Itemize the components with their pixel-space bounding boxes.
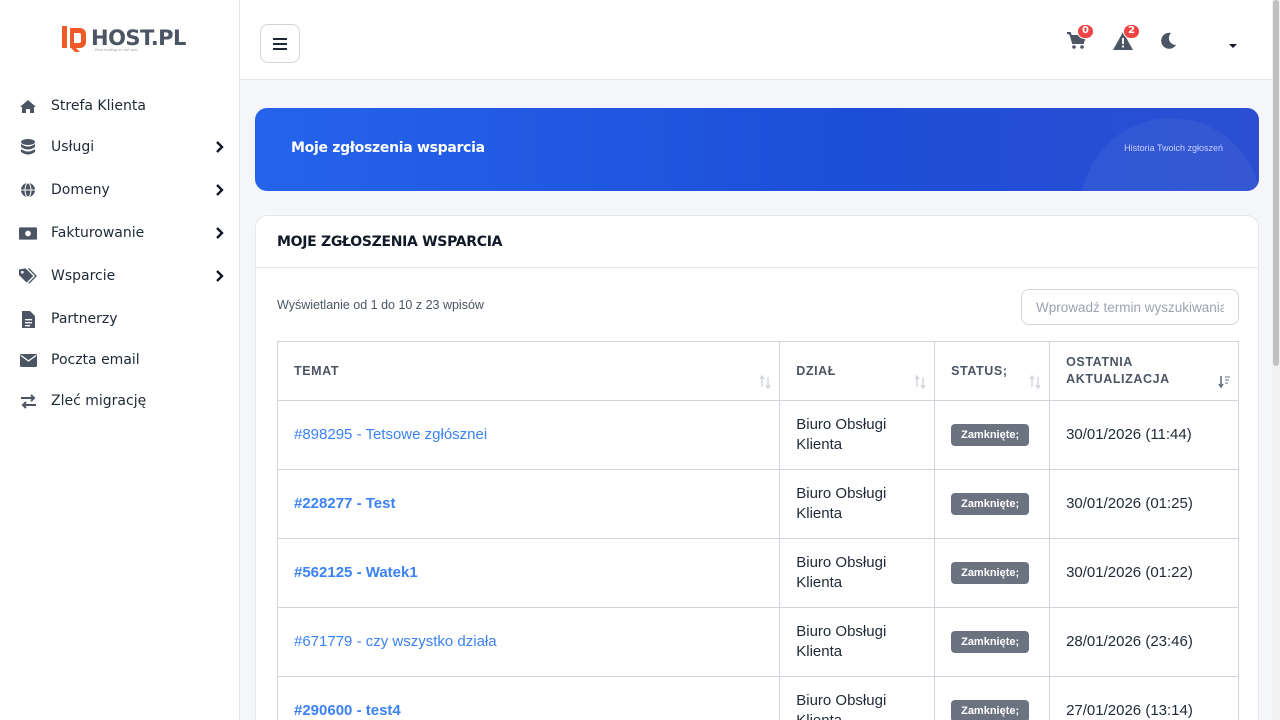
column-header-department[interactable]: DZIAŁ xyxy=(779,341,936,401)
sidebar-item-domeny[interactable]: Domeny xyxy=(0,170,240,210)
sidebar-item-label: Domeny xyxy=(51,182,110,198)
department-cell: Biuro Obsługi Klienta xyxy=(779,538,936,608)
status-badge: Zamknięte; xyxy=(951,700,1030,720)
moon-icon xyxy=(1161,32,1176,49)
sidebar-item-label: Usługi xyxy=(51,139,95,155)
sort-icon xyxy=(759,375,771,389)
envelope-icon xyxy=(19,351,37,369)
globe-icon xyxy=(19,181,37,199)
sidebar-item-poczta-email[interactable]: Poczta email xyxy=(0,340,240,380)
column-header-label: DZIAŁ xyxy=(796,363,837,378)
table-row[interactable]: #898295 - Tetsowe zgłósznei Biuro Obsług… xyxy=(276,400,1239,470)
chevron-right-icon xyxy=(216,141,224,153)
status-badge: Zamknięte; xyxy=(951,631,1030,653)
ticket-link[interactable]: #671779 - czy wszystko działa xyxy=(294,633,497,650)
menu-toggle-button[interactable] xyxy=(260,24,300,63)
last-update-cell: 30/01/2026 (01:25) xyxy=(1049,469,1239,539)
table-info-text: Wyświetlanie od 1 do 10 z 23 wpisów xyxy=(277,298,484,312)
money-bill-icon xyxy=(19,224,37,242)
sidebar-item-label: Poczta email xyxy=(51,352,140,368)
sidebar-item-label: Wsparcie xyxy=(51,268,116,284)
sort-icon xyxy=(914,375,926,389)
department-cell: Biuro Obsługi Klienta xyxy=(779,607,936,677)
tickets-table: TEMAT DZIAŁ STATUS; OSTATNIA AKTUALIZACJ… xyxy=(276,341,1239,720)
last-update-cell: 30/01/2026 (01:22) xyxy=(1049,538,1239,608)
sidebar-item-wsparcie[interactable]: Wsparcie xyxy=(0,256,240,296)
table-row[interactable]: #671779 - czy wszystko działa Biuro Obsł… xyxy=(276,607,1239,677)
department-cell: Biuro Obsługi Klienta xyxy=(779,676,936,720)
cart-count-badge: 0 xyxy=(1077,24,1094,39)
cart-button[interactable]: 0 xyxy=(1067,24,1094,52)
search-input[interactable] xyxy=(1021,289,1239,325)
last-update-cell: 28/01/2026 (23:46) xyxy=(1049,607,1239,677)
banner-subtitle: Historia Twoich zgłoszeń xyxy=(1124,143,1223,153)
sidebar-item-label: Zleć migrację xyxy=(51,393,147,409)
page-title: Moje zgłoszenia wsparcia xyxy=(291,140,485,156)
card-title: MOJE ZGŁOSZENIA WSPARCIA xyxy=(277,234,503,250)
tags-icon xyxy=(19,267,37,285)
status-badge: Zamknięte; xyxy=(951,493,1030,515)
chevron-right-icon xyxy=(216,184,224,196)
topbar: 0 2 xyxy=(240,0,1272,80)
alerts-count-badge: 2 xyxy=(1123,24,1140,39)
dark-mode-toggle[interactable] xyxy=(1160,32,1180,52)
column-header-label: TEMAT xyxy=(294,363,340,378)
sidebar-item-strefa-klienta[interactable]: Strefa Klienta xyxy=(0,86,240,126)
sidebar-item-zlec-migracje[interactable]: Zleć migrację xyxy=(0,381,240,421)
status-badge: Zamknięte; xyxy=(951,424,1030,446)
sidebar-item-fakturowanie[interactable]: Fakturowanie xyxy=(0,213,240,253)
sort-icon xyxy=(1029,375,1041,389)
sidebar-item-partnerzy[interactable]: Partnerzy xyxy=(0,299,240,339)
logo-mark-icon xyxy=(62,26,86,52)
department-cell: Biuro Obsługi Klienta xyxy=(779,469,936,539)
brand-name: HOST.PL xyxy=(91,26,186,50)
last-update-cell: 27/01/2026 (13:14) xyxy=(1049,676,1239,720)
sidebar-item-uslugi[interactable]: Usługi xyxy=(0,127,240,167)
table-header-row: TEMAT DZIAŁ STATUS; OSTATNIA AKTUALIZACJ… xyxy=(276,341,1239,401)
sidebar-item-label: Strefa Klienta xyxy=(51,98,146,114)
alerts-button[interactable]: 2 xyxy=(1113,24,1140,52)
scrollbar-thumb[interactable] xyxy=(1273,0,1279,366)
ticket-link[interactable]: #898295 - Tetsowe zgłósznei xyxy=(294,426,487,443)
exchange-icon xyxy=(19,392,37,410)
host-pl-logo[interactable]: HOST.PL Best hosting on the web xyxy=(62,24,186,52)
chevron-right-icon xyxy=(216,270,224,282)
chevron-right-icon xyxy=(216,227,224,239)
sidebar-item-label: Fakturowanie xyxy=(51,225,145,241)
column-header-label: OSTATNIA AKTUALIZACJA xyxy=(1066,355,1170,386)
column-header-status[interactable]: STATUS; xyxy=(934,341,1051,401)
column-header-label: STATUS; xyxy=(951,363,1008,378)
department-cell: Biuro Obsługi Klienta xyxy=(779,400,936,470)
ticket-link[interactable]: #290600 - test4 xyxy=(294,702,401,719)
sort-desc-icon xyxy=(1218,376,1230,389)
database-icon xyxy=(19,138,37,156)
page-scrollbar[interactable] xyxy=(1272,0,1280,720)
status-badge: Zamknięte; xyxy=(951,562,1030,584)
table-row[interactable]: #562125 - Watek1 Biuro Obsługi Klienta Z… xyxy=(276,538,1239,608)
tickets-card: MOJE ZGŁOSZENIA WSPARCIA Wyświetlanie od… xyxy=(255,215,1259,720)
ticket-link[interactable]: #562125 - Watek1 xyxy=(294,564,418,581)
last-update-cell: 30/01/2026 (11:44) xyxy=(1049,400,1239,470)
sidebar: HOST.PL Best hosting on the web Strefa K… xyxy=(0,0,240,720)
file-text-icon xyxy=(19,310,37,328)
sidebar-item-label: Partnerzy xyxy=(51,311,118,327)
page-banner: Moje zgłoszenia wsparcia Historia Twoich… xyxy=(255,108,1259,191)
home-icon xyxy=(19,97,37,115)
brand-tagline: Best hosting on the web xyxy=(95,47,138,52)
card-header: MOJE ZGŁOSZENIA WSPARCIA xyxy=(256,216,1258,268)
table-row[interactable]: #290600 - test4 Biuro Obsługi Klienta Za… xyxy=(276,676,1239,720)
column-header-last-update[interactable]: OSTATNIA AKTUALIZACJA xyxy=(1049,341,1239,401)
ticket-link[interactable]: #228277 - Test xyxy=(294,495,395,512)
user-menu-caret-icon[interactable] xyxy=(1229,44,1237,48)
column-header-subject[interactable]: TEMAT xyxy=(276,341,781,401)
table-row[interactable]: #228277 - Test Biuro Obsługi Klienta Zam… xyxy=(276,469,1239,539)
banner-decoration xyxy=(1081,118,1259,191)
hamburger-icon xyxy=(273,37,287,50)
